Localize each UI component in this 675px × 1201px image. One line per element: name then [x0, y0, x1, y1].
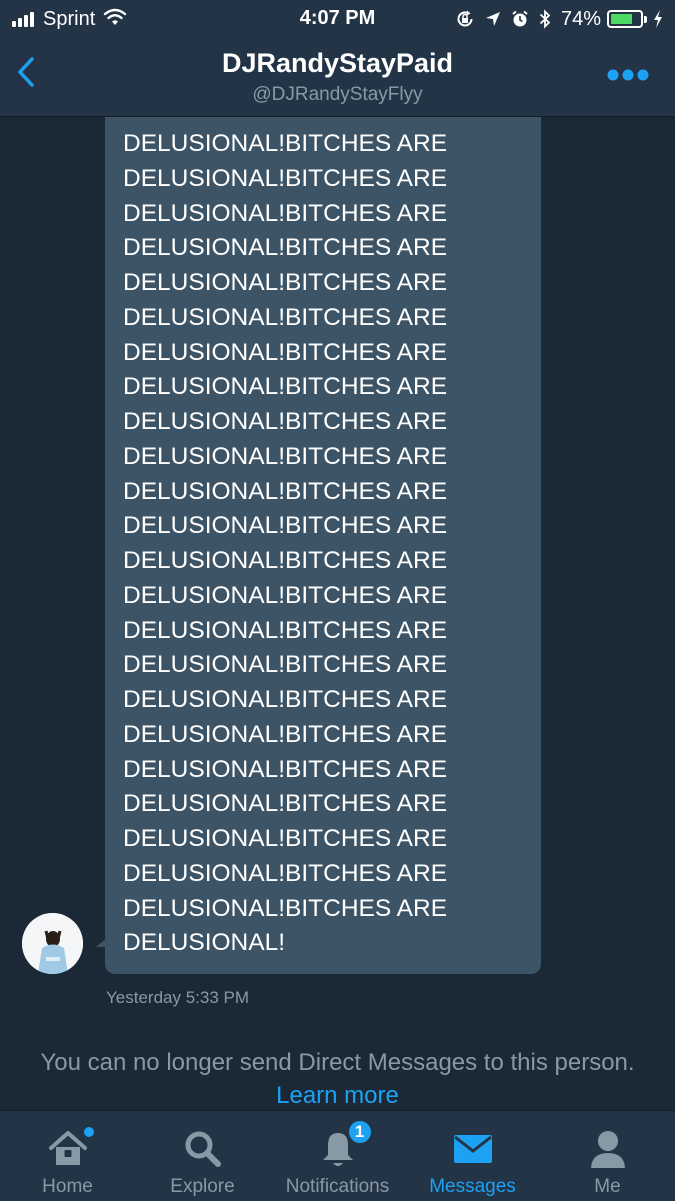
tab-notifications-label: Notifications	[285, 1176, 390, 1197]
status-bar: Sprint 4:07 PM 74%	[0, 0, 675, 38]
message-line: DELUSIONAL!BITCHES ARE	[123, 442, 448, 470]
tab-explore[interactable]: Explore	[135, 1111, 270, 1201]
message-line: DELUSIONAL!BITCHES ARE	[123, 408, 448, 435]
bell-icon: 1	[319, 1119, 373, 1171]
message-line: DELUSIONAL!BITCHES ARE	[123, 199, 448, 227]
message-text: DELUSIONAL!BITCHES ARE DELUSIONAL!BITCHES…	[105, 117, 541, 974]
message-line: DELUSIONAL!BITCHES ARE	[123, 686, 448, 713]
message-line: DELUSIONAL!BITCHES ARE	[123, 130, 448, 157]
more-dots-icon	[607, 68, 649, 86]
message-bubble-tail	[96, 937, 108, 947]
message-line: DELUSIONAL!BITCHES ARE	[123, 894, 448, 922]
battery-level-fill	[611, 14, 632, 24]
message-timestamp: Yesterday 5:33 PM	[106, 988, 250, 1007]
message-line: DELUSIONAL!BITCHES ARE	[123, 616, 448, 644]
home-icon	[48, 1127, 94, 1171]
tab-explore-label: Explore	[170, 1176, 235, 1197]
message-line: DELUSIONAL!BITCHES ARE	[123, 303, 448, 331]
bluetooth-icon	[539, 9, 551, 29]
tab-notifications[interactable]: 1 Notifications	[270, 1111, 405, 1201]
location-icon	[485, 11, 501, 27]
message-line: DELUSIONAL!BITCHES ARE	[123, 117, 541, 127]
learn-more-link[interactable]: Learn more	[276, 1082, 399, 1109]
avatar[interactable]	[22, 913, 83, 974]
message-line: DELUSIONAL!BITCHES ARE	[123, 859, 448, 887]
home-unread-dot	[83, 1127, 94, 1137]
status-bar-right: 74%	[445, 7, 663, 31]
conversation-handle: @DJRandyStayFlyy	[252, 84, 423, 105]
message-line: DELUSIONAL!BITCHES ARE	[123, 234, 448, 262]
notifications-badge: 1	[346, 1119, 373, 1145]
tab-home-label: Home	[42, 1176, 93, 1197]
message-line: DELUSIONAL!	[123, 929, 286, 957]
message-line: DELUSIONAL!BITCHES ARE	[123, 338, 448, 366]
message-line: DELUSIONAL!BITCHES ARE	[123, 269, 448, 296]
battery-percent: 74%	[560, 7, 601, 30]
message-line: DELUSIONAL!BITCHES ARE	[123, 755, 448, 783]
tab-home[interactable]: Home	[0, 1111, 135, 1201]
conversation-title[interactable]: DJRandyStayPaid	[0, 48, 675, 79]
message-bubble[interactable]: DELUSIONAL!BITCHES ARE DELUSIONAL!BITCHES…	[105, 117, 541, 974]
tab-messages-label: Messages	[429, 1176, 516, 1197]
tab-messages[interactable]: Messages	[405, 1111, 540, 1201]
more-options-button[interactable]	[603, 62, 653, 92]
message-line: DELUSIONAL!BITCHES ARE	[123, 164, 448, 192]
message-line: DELUSIONAL!BITCHES ARE	[123, 512, 448, 540]
message-line: DELUSIONAL!BITCHES ARE	[123, 790, 448, 818]
dm-blocked-notice: You can no longer send Direct Messages t…	[30, 1046, 645, 1110]
message-line: DELUSIONAL!BITCHES ARE	[123, 547, 448, 574]
dm-blocked-text: You can no longer send Direct Messages t…	[40, 1049, 635, 1076]
message-line: DELUSIONAL!BITCHES ARE	[123, 720, 448, 748]
message-line: DELUSIONAL!BITCHES ARE	[123, 477, 448, 505]
message-thread[interactable]: DELUSIONAL!BITCHES ARE DELUSIONAL!BITCHES…	[0, 117, 675, 1110]
message-line: DELUSIONAL!BITCHES ARE	[123, 373, 448, 401]
alarm-icon	[511, 10, 529, 28]
person-icon	[589, 1127, 627, 1171]
search-icon	[183, 1127, 223, 1171]
orientation-lock-icon	[455, 9, 475, 29]
message-line: DELUSIONAL!BITCHES ARE	[123, 825, 448, 852]
message-line: DELUSIONAL!BITCHES ARE	[123, 651, 448, 679]
battery-icon	[607, 10, 643, 28]
tab-me-label: Me	[594, 1176, 621, 1197]
battery-cap	[644, 15, 647, 23]
conversation-header: DJRandyStayPaid @DJRandyStayFlyy	[0, 38, 675, 117]
charging-icon	[653, 10, 663, 28]
message-line: DELUSIONAL!BITCHES ARE	[123, 581, 448, 609]
envelope-icon	[453, 1127, 493, 1171]
tab-bar: Home Explore 1 Notifications Messages Me	[0, 1110, 675, 1201]
tab-me[interactable]: Me	[540, 1111, 675, 1201]
